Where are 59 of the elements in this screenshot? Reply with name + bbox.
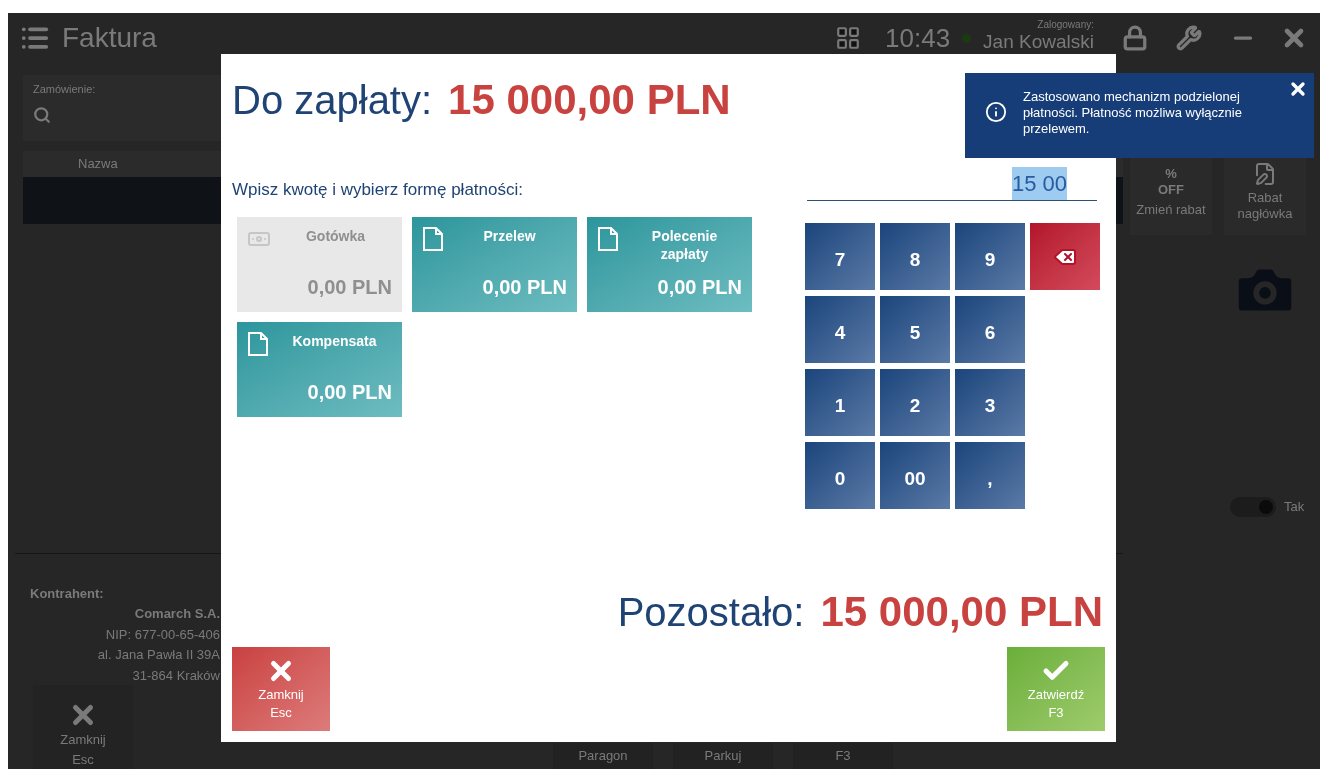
keypad-key[interactable]: 6 [955,296,1025,363]
payment-method-tile[interactable]: Przelew 0,00 PLN [412,216,577,312]
document-edit-icon [1253,162,1277,186]
document-icon [597,226,619,251]
document-icon [422,226,444,251]
document-icon [247,331,269,356]
search-icon[interactable] [33,105,51,124]
amount-input[interactable]: 15 00 [807,165,1097,201]
payment-method-tile[interactable]: Kompensata 0,00 PLN [237,321,402,417]
customer-detail: NIP: 677-00-65-406 [104,625,220,644]
user-label: Zalogowany: [1037,18,1094,31]
payment-method-amount: 0,00 PLN [482,274,567,300]
user-name: Jan Kowalski [983,30,1094,52]
footer-button[interactable]: Parkuj [673,743,773,769]
remaining-label: Pozostało: [617,589,805,636]
clock: 10:43 [885,21,951,55]
info-icon [985,101,1007,123]
due-amount: 15 000,00 PLN [448,75,731,125]
keypad-key[interactable]: 7 [805,223,875,290]
keypad-key[interactable]: 00 [880,442,950,509]
remaining-amount: 15 000,00 PLN [820,587,1103,637]
close-icon[interactable] [1288,79,1308,99]
grid-icon[interactable] [835,25,862,51]
customer-heading: Kontrahent: [30,584,105,603]
confirm-button[interactable]: Zatwierdź F3 [1007,647,1105,731]
keypad-key[interactable]: 4 [805,296,875,363]
customer-detail: al. Jana Pawła II 39A [96,646,220,664]
close-button[interactable]: Zamknij Esc [232,647,330,731]
payment-method-name: Kompensata [291,331,378,350]
keypad-key[interactable]: 2 [880,369,950,436]
keypad-key[interactable]: 5 [880,296,950,363]
payment-method-amount: 0,00 PLN [657,274,742,300]
tools-icon[interactable] [1176,25,1202,51]
order-label: Zamówienie: [33,82,97,97]
keypad-key[interactable]: , [955,442,1025,509]
keypad-key[interactable]: 8 [880,223,950,290]
keypad-key[interactable]: 9 [955,223,1025,290]
payment-method-name: Gotówka [304,226,367,245]
toggle-switch[interactable] [1230,497,1276,517]
payment-method-amount: 0,00 PLN [307,379,392,405]
column-header: Nazwa [78,155,118,174]
payment-method-tile[interactable]: Polecenie zapłaty 0,00 PLN [587,216,752,312]
due-label: Do zapłaty: [232,77,433,124]
footer-button[interactable]: Paragon [553,743,653,769]
window-title: Faktura [62,21,157,55]
payment-method-name: Polecenie zapłaty [650,226,719,263]
customer-name: Comarch S.A. [133,605,220,623]
keypad-key[interactable]: 3 [955,369,1025,436]
notification-text: Zastosowano mechanizm podzielonej płatności. Płatność możliwa wyłącznie przelewem. [1023,89,1243,137]
customer-detail: 31-864 Kraków [131,666,220,685]
instruction-text: Wpisz kwotę i wybierz formę płatności: [232,179,524,201]
lock-icon[interactable] [1122,25,1148,51]
keypad-key[interactable]: 0 [805,442,875,509]
toggle-label: Tak [1284,498,1305,517]
payment-method-amount: 0,00 PLN [307,274,392,300]
backspace-key[interactable] [1030,223,1100,290]
payment-method-name: Przelew [482,226,537,245]
footer-button[interactable]: F3 [793,743,893,769]
keypad-key[interactable]: 1 [805,369,875,436]
